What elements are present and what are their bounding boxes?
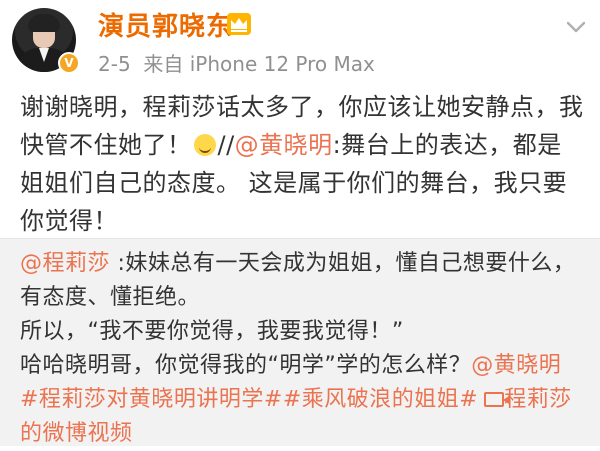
quoted-line-3: 哈哈晓明哥，你觉得我的“明学”学的怎么样？ (20, 353, 472, 378)
post-source: 来自 iPhone 12 Pro Max (143, 52, 375, 76)
laugh-emoji-icon (193, 134, 216, 156)
chevron-down-icon[interactable] (565, 16, 587, 38)
hashtag-link[interactable]: #程莉莎对黄晓明讲明学# (20, 387, 283, 412)
hashtag-link[interactable]: #乘风破浪的姐姐# (283, 387, 478, 412)
quoted-post[interactable]: @程莉莎 :妹妹总有一天会成为姐姐，懂自己想要什么，有态度、懂拒绝。 所以，“我不… (0, 238, 600, 446)
quoted-post-text: @程莉莎 :妹妹总有一天会成为姐姐，懂自己想要什么，有态度、懂拒绝。 所以，“我不… (20, 247, 586, 451)
verified-v-icon: V (58, 52, 80, 74)
crown-icon (227, 13, 251, 35)
post-date: 2-5 (98, 52, 131, 76)
post-header: V 演员郭晓东 2-5 来自 iPhone 12 Pro Max (0, 0, 600, 80)
mention-link[interactable]: @黄晓明 (235, 131, 333, 159)
quoted-mention-link[interactable]: @黄晓明 (471, 353, 561, 378)
post-body: 谢谢晓明，程莉莎话太多了，你应该让她安静点，我快管不住她了！//@黄晓明:舞台上… (20, 88, 586, 240)
video-icon (484, 392, 510, 407)
quoted-line-2: 所以，“我不要你觉得，我要我觉得！” (20, 319, 404, 344)
username[interactable]: 演员郭晓东 (98, 6, 233, 43)
post-meta: 2-5 来自 iPhone 12 Pro Max (98, 48, 375, 77)
post-text-2: // (217, 131, 235, 159)
quoted-author-mention[interactable]: @程莉莎 (20, 251, 110, 276)
